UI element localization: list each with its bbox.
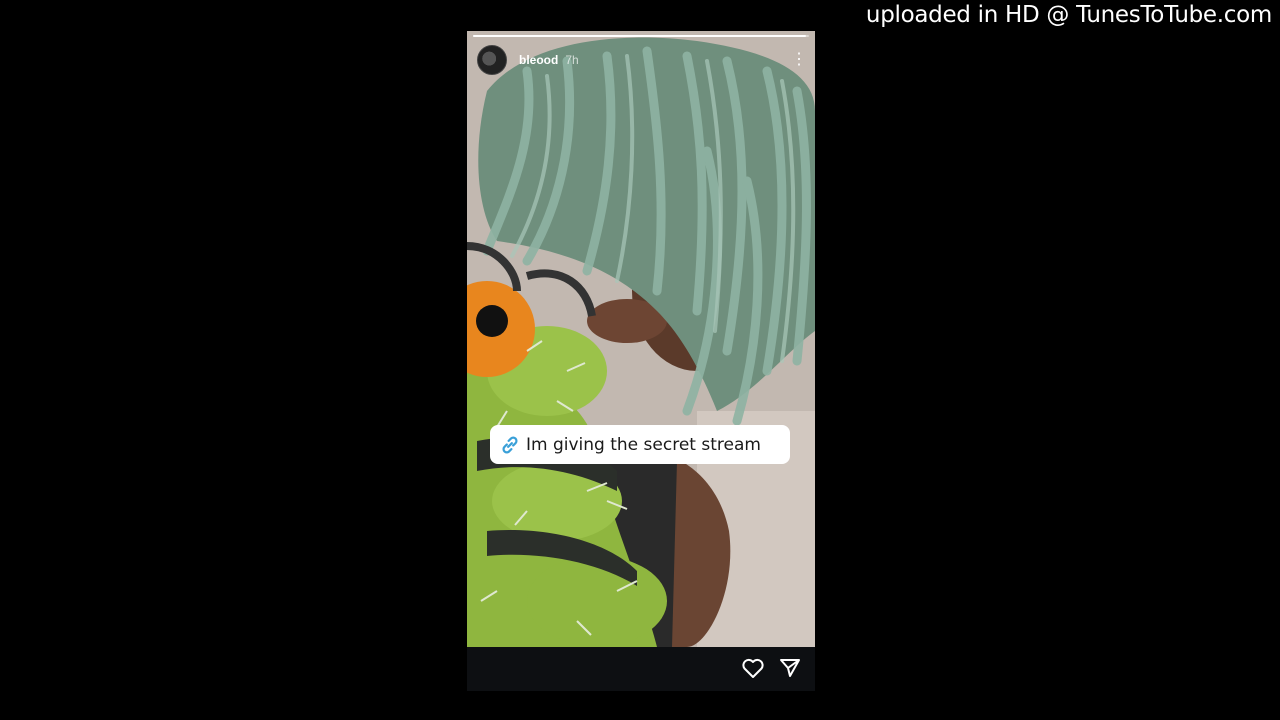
link-sticker[interactable]: Im giving the secret stream (490, 425, 790, 464)
story-footer (467, 647, 815, 691)
username[interactable]: bleood (519, 53, 558, 67)
story-photo (467, 31, 815, 647)
heart-icon[interactable] (741, 657, 765, 679)
story-progress-bar (473, 35, 809, 37)
time-ago: 7h (565, 53, 579, 67)
story-viewer[interactable]: bleood 7h ⋮ Im giving the secret stream (467, 31, 815, 691)
avatar[interactable] (477, 45, 507, 75)
more-options-icon[interactable]: ⋮ (791, 52, 807, 68)
send-icon[interactable] (779, 658, 801, 678)
link-icon (502, 436, 518, 453)
link-sticker-text: Im giving the secret stream (526, 434, 761, 455)
watermark-text: uploaded in HD @ TunesToTube.com (865, 2, 1272, 28)
story-progress-fill (473, 35, 806, 37)
story-header: bleood 7h ⋮ (477, 45, 807, 75)
